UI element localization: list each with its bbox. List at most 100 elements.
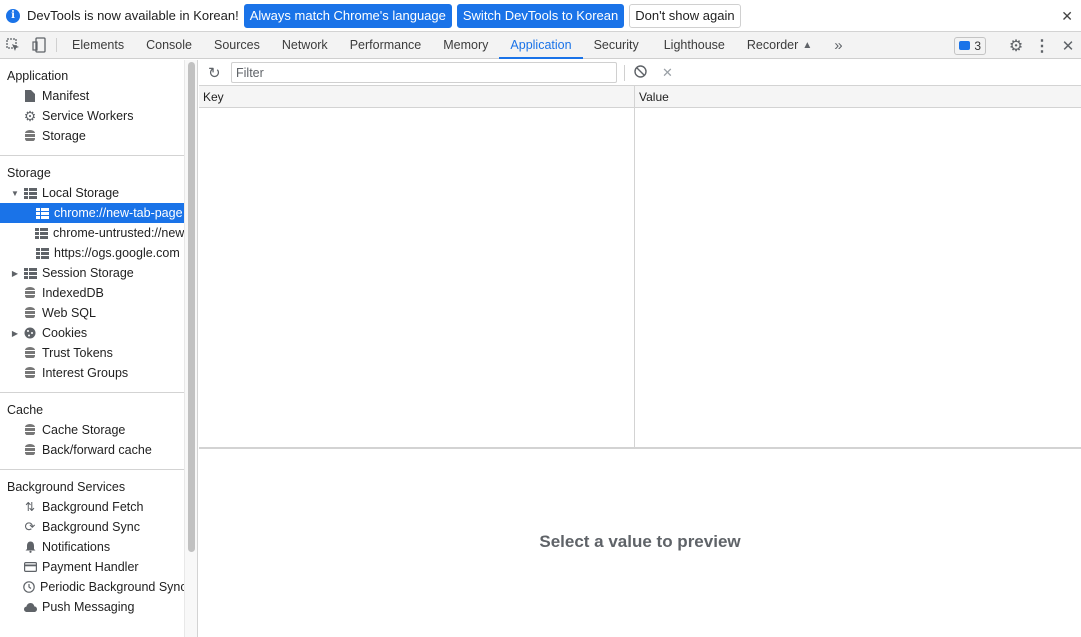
sidebar-item-cache-storage[interactable]: Cache Storage <box>0 420 184 440</box>
sidebar-item-label: Back/forward cache <box>42 443 152 457</box>
cookie-icon <box>23 326 37 340</box>
grid-header: Key Value <box>199 86 1081 108</box>
tab-recorder-label: Recorder <box>746 38 799 52</box>
sidebar-scrollbar[interactable] <box>184 60 198 637</box>
sidebar-item-back-forward-cache[interactable]: Back/forward cache <box>0 440 184 460</box>
sidebar-item-label: Interest Groups <box>42 366 129 380</box>
delete-selected-icon[interactable]: ✕ <box>662 65 673 81</box>
sidebar-item-label: Periodic Background Sync <box>40 580 184 594</box>
tab-performance[interactable]: Performance <box>339 32 433 58</box>
section-divider <box>0 155 184 156</box>
sidebar-item-local-new-tab-page[interactable]: chrome://new-tab-page <box>0 203 184 223</box>
info-icon: i <box>6 8 20 23</box>
toolbar-divider <box>624 64 625 81</box>
more-options-icon[interactable]: ⋮ <box>1029 36 1055 56</box>
sidebar-scroll-thumb[interactable] <box>188 62 195 552</box>
sidebar-item-label: chrome-untrusted://new-tab-page <box>53 226 184 240</box>
sidebar-item-label: Trust Tokens <box>42 346 113 360</box>
tab-lighthouse[interactable]: Lighthouse <box>650 32 736 58</box>
database-icon <box>23 423 37 437</box>
more-tabs-icon[interactable]: » <box>823 32 853 58</box>
bell-icon <box>23 540 37 554</box>
settings-gear-icon[interactable]: ⚙ <box>1003 36 1029 56</box>
section-storage-title: Storage <box>7 166 51 180</box>
devtools-tabbar: Elements Console Sources Network Perform… <box>0 32 1081 59</box>
table-grid-icon <box>35 226 48 240</box>
close-infobar-icon[interactable]: ✕ <box>1061 8 1073 25</box>
cloud-icon <box>23 600 37 614</box>
sidebar-item-interest-groups[interactable]: Interest Groups <box>0 363 184 383</box>
sidebar-item-background-fetch[interactable]: ⇅ Background Fetch <box>0 497 184 517</box>
table-grid-icon <box>23 266 37 280</box>
sidebar-item-background-sync[interactable]: ⟳ Background Sync <box>0 517 184 537</box>
expand-right-arrow-icon[interactable]: ▶ <box>10 329 20 338</box>
sidebar-item-local-untrusted[interactable]: chrome-untrusted://new-tab-page <box>0 223 184 243</box>
sidebar-item-push-messaging[interactable]: Push Messaging <box>0 597 184 617</box>
issues-count: 3 <box>974 38 981 53</box>
expand-right-arrow-icon[interactable]: ▶ <box>10 269 20 278</box>
tab-memory[interactable]: Memory <box>432 32 499 58</box>
tab-application[interactable]: Application <box>499 32 583 59</box>
filter-input[interactable] <box>231 62 617 83</box>
sidebar-item-label: Manifest <box>42 89 90 103</box>
sidebar-item-label: IndexedDB <box>42 286 104 300</box>
credit-card-icon <box>23 560 37 574</box>
device-toolbar-icon[interactable] <box>26 32 52 58</box>
flask-icon: ▲ <box>802 39 813 51</box>
sidebar-item-label: Storage <box>42 129 86 143</box>
dont-show-again-button[interactable]: Don't show again <box>629 3 741 28</box>
tab-console[interactable]: Console <box>135 32 203 58</box>
tab-elements[interactable]: Elements <box>61 32 135 58</box>
inspect-element-icon[interactable] <box>0 32 26 58</box>
column-header-value[interactable]: Value <box>635 86 669 107</box>
storage-toolbar: ↻ ✕ <box>199 60 1081 86</box>
tab-network[interactable]: Network <box>271 32 339 58</box>
database-icon <box>23 286 37 300</box>
sidebar-item-payment-handler[interactable]: Payment Handler <box>0 557 184 577</box>
sync-icon: ⟳ <box>24 519 36 534</box>
sidebar-item-label: Background Sync <box>42 520 140 534</box>
issues-counter-button[interactable]: 3 <box>954 36 986 55</box>
sidebar-item-cookies[interactable]: ▶ Cookies <box>0 323 184 343</box>
table-grid-icon <box>35 246 49 260</box>
toolbar-divider <box>56 38 57 52</box>
section-cache-title: Cache <box>7 403 44 417</box>
column-header-key[interactable]: Key <box>199 86 635 107</box>
storage-main-panel: ↻ ✕ Key Value Select a value to preview <box>199 60 1081 637</box>
sidebar-item-local-ogs[interactable]: https://ogs.google.com <box>0 243 184 263</box>
clock-icon <box>23 580 35 594</box>
switch-to-korean-button[interactable]: Switch DevTools to Korean <box>456 3 625 28</box>
sidebar-item-label: Web SQL <box>42 306 96 320</box>
sidebar-item-web-sql[interactable]: Web SQL <box>0 303 184 323</box>
sidebar-item-local-storage[interactable]: ▼ Local Storage <box>0 183 184 203</box>
sidebar-item-periodic-background-sync[interactable]: Periodic Background Sync <box>0 577 184 597</box>
tab-security[interactable]: Security <box>583 32 650 58</box>
sidebar-item-indexeddb[interactable]: IndexedDB <box>0 283 184 303</box>
table-grid-icon <box>35 206 49 220</box>
refresh-icon[interactable]: ↻ <box>208 64 221 82</box>
grid-body <box>199 108 1081 449</box>
sidebar-item-trust-tokens[interactable]: Trust Tokens <box>0 343 184 363</box>
close-devtools-icon[interactable]: ✕ <box>1055 37 1081 55</box>
sidebar-item-label: Notifications <box>42 540 111 554</box>
up-down-arrows-icon: ⇅ <box>24 500 36 514</box>
preview-placeholder: Select a value to preview <box>539 532 741 551</box>
sidebar-item-label: Push Messaging <box>42 600 135 614</box>
sidebar-item-label: Cache Storage <box>42 423 126 437</box>
grid-key-column <box>199 108 635 447</box>
sidebar-item-label: Session Storage <box>42 266 134 280</box>
sidebar-item-label: Service Workers <box>42 109 134 123</box>
expand-down-arrow-icon[interactable]: ▼ <box>10 189 20 198</box>
sidebar-item-storage[interactable]: Storage <box>0 126 184 146</box>
sidebar-item-service-workers[interactable]: ⚙ Service Workers <box>0 106 184 126</box>
sidebar-item-label: Cookies <box>42 326 88 340</box>
sidebar-item-label: chrome://new-tab-page <box>54 206 183 220</box>
sidebar-item-manifest[interactable]: Manifest <box>0 86 184 106</box>
sidebar-item-session-storage[interactable]: ▶ Session Storage <box>0 263 184 283</box>
clear-all-icon[interactable] <box>634 64 647 81</box>
tab-recorder[interactable]: Recorder ▲ <box>736 32 823 58</box>
tab-sources[interactable]: Sources <box>203 32 271 58</box>
sidebar-item-notifications[interactable]: Notifications <box>0 537 184 557</box>
table-grid-icon <box>23 186 37 200</box>
always-match-language-button[interactable]: Always match Chrome's language <box>243 3 452 28</box>
